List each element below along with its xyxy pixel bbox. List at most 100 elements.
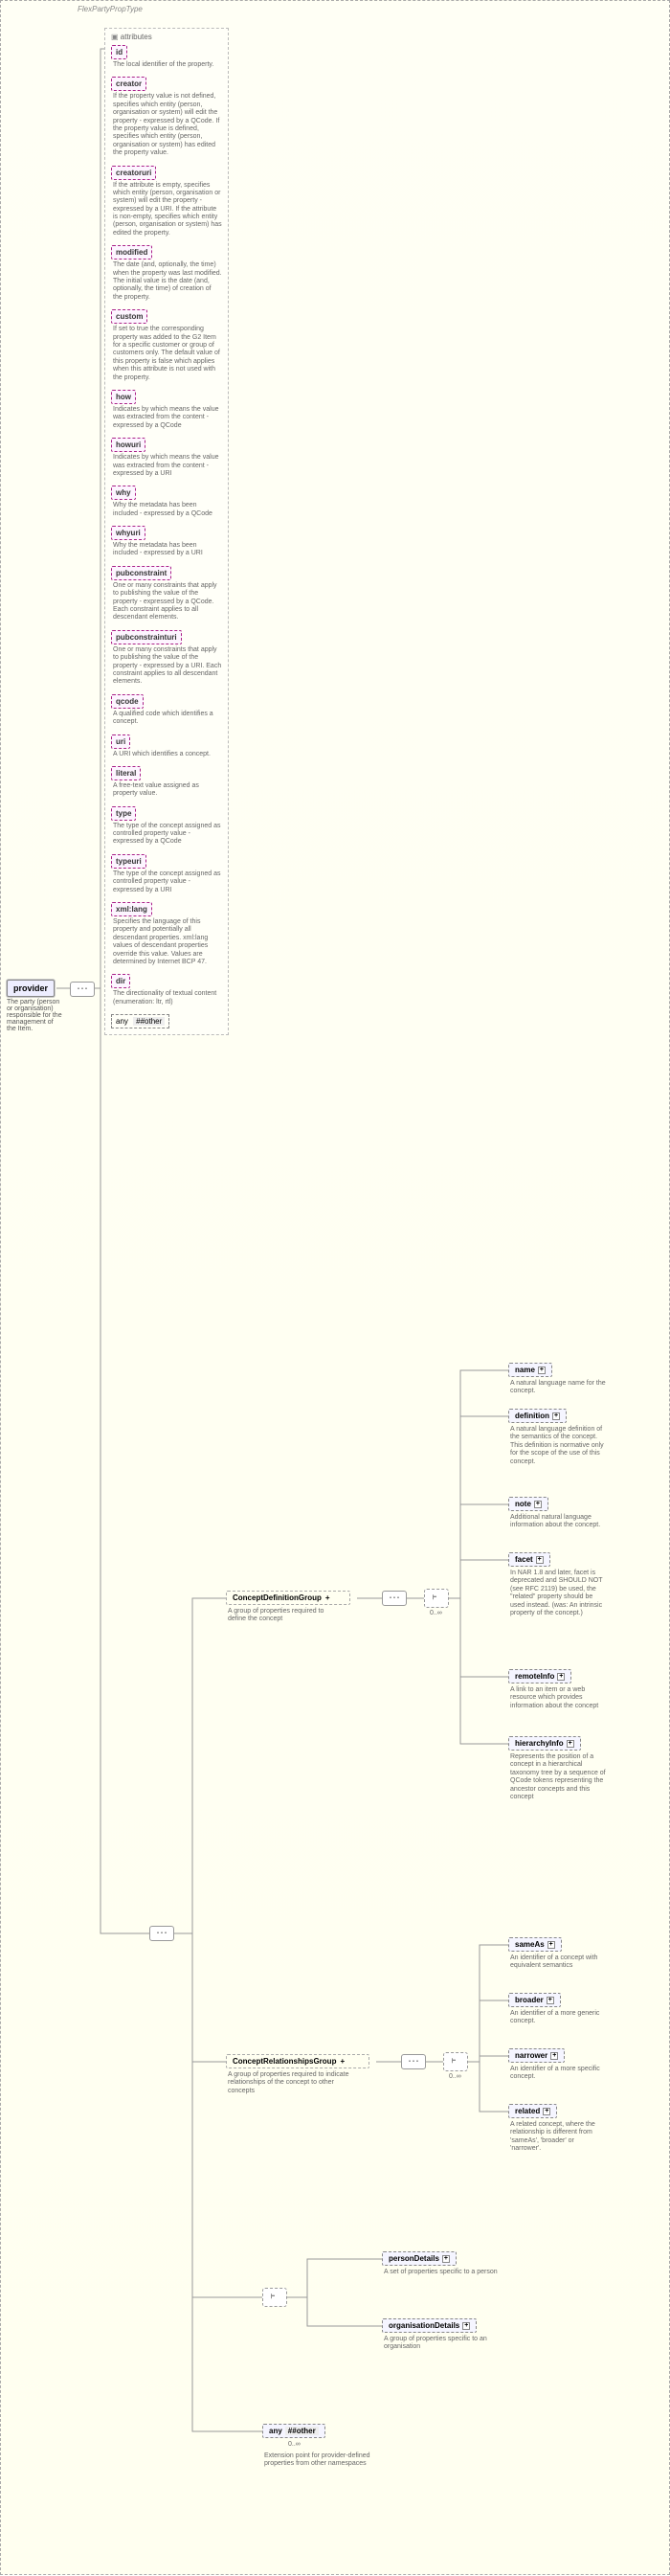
elem-related: related+ bbox=[508, 2104, 557, 2118]
type-label: FlexPartyPropType bbox=[78, 5, 143, 13]
diagram-root: FlexPartyPropType provider The party (pe… bbox=[0, 0, 670, 2575]
attr-desc: The type of the concept assigned as cont… bbox=[111, 823, 222, 847]
concept-relationships-group: ConceptRelationshipsGroup+ bbox=[226, 2054, 369, 2068]
crg-label: ConceptRelationshipsGroup bbox=[233, 2057, 336, 2066]
elem-desc: An identifier of a concept with equivale… bbox=[510, 1955, 606, 1971]
attr-desc: Indicates by which means the value was e… bbox=[111, 406, 222, 430]
crg-desc: A group of properties required to indica… bbox=[228, 2071, 362, 2095]
expand-icon: + bbox=[557, 1673, 565, 1681]
attr-desc: If the property value is not defined, sp… bbox=[111, 93, 222, 157]
party-choice bbox=[262, 2288, 287, 2307]
cdg-desc: A group of properties required to define… bbox=[228, 1608, 343, 1624]
attr-desc: Indicates by which means the value was e… bbox=[111, 454, 222, 478]
any-elem-desc: Extension point for provider-defined pro… bbox=[264, 2452, 379, 2469]
elem-name: name+ bbox=[508, 1363, 552, 1377]
attr-desc: A URI which identifies a concept. bbox=[111, 751, 222, 758]
expand-icon: + bbox=[543, 2108, 550, 2115]
elem-hierarchyInfo: hierarchyInfo+ bbox=[508, 1736, 581, 1751]
elem-organisationDetails: organisationDetails+ bbox=[382, 2318, 477, 2333]
expand-icon: + bbox=[552, 1412, 560, 1420]
sequence-connector-lower bbox=[149, 1926, 174, 1941]
attr-whyuri: whyuri bbox=[111, 526, 145, 540]
elem-desc: A link to an item or a web resource whic… bbox=[510, 1686, 606, 1710]
attr-pubconstrainturi: pubconstrainturi bbox=[111, 630, 182, 644]
attributes-header: attributes bbox=[111, 33, 222, 41]
elem-desc: An identifier of a more specific concept… bbox=[510, 2066, 606, 2082]
any-other-attr: any ##other bbox=[111, 1014, 169, 1028]
expand-icon: + bbox=[547, 1997, 554, 2004]
attr-desc: If the attribute is empty, specifies whi… bbox=[111, 182, 222, 238]
attr-desc: Why the metadata has been included - exp… bbox=[111, 502, 222, 518]
cdg-seq bbox=[382, 1591, 407, 1606]
cdg-choice bbox=[424, 1589, 449, 1608]
attr-desc: The type of the concept assigned as cont… bbox=[111, 870, 222, 894]
elem-broader: broader+ bbox=[508, 1993, 561, 2007]
concept-definition-group: ConceptDefinitionGroup+ bbox=[226, 1591, 350, 1605]
attr-desc: Specifies the language of this property … bbox=[111, 918, 222, 966]
expand-icon: + bbox=[534, 1501, 542, 1508]
any-element: any ##other bbox=[262, 2424, 325, 2438]
attr-why: why bbox=[111, 486, 136, 500]
provider-element: provider bbox=[7, 980, 55, 997]
crg-seq bbox=[401, 2054, 426, 2069]
attr-literal: literal bbox=[111, 766, 141, 780]
attr-desc: If set to true the corresponding propert… bbox=[111, 326, 222, 382]
attr-desc: The local identifier of the property. bbox=[111, 61, 222, 69]
expand-icon: + bbox=[550, 2052, 558, 2060]
elem-desc: A set of properties specific to a person bbox=[384, 2269, 508, 2276]
attr-custom: custom bbox=[111, 309, 147, 324]
expand-icon: + bbox=[462, 2322, 470, 2330]
elem-desc: A related concept, where the relationshi… bbox=[510, 2121, 606, 2154]
sequence-connector bbox=[70, 982, 95, 997]
attr-desc: Why the metadata has been included - exp… bbox=[111, 542, 222, 558]
elem-desc: Represents the position of a concept in … bbox=[510, 1753, 606, 1801]
elem-sameAs: sameAs+ bbox=[508, 1937, 562, 1952]
expand-icon: + bbox=[567, 1740, 574, 1748]
attr-qcode: qcode bbox=[111, 694, 144, 709]
cdg-label: ConceptDefinitionGroup bbox=[233, 1593, 322, 1602]
elem-desc: A group of properties specific to an org… bbox=[384, 2336, 508, 2352]
attr-creator: creator bbox=[111, 77, 146, 91]
attr-creatoruri: creatoruri bbox=[111, 166, 156, 180]
provider-desc: The party (person or organisation) respo… bbox=[7, 999, 64, 1032]
elem-desc: Additional natural language information … bbox=[510, 1514, 606, 1530]
attr-pubconstraint: pubconstraint bbox=[111, 566, 171, 580]
elem-narrower: narrower+ bbox=[508, 2048, 565, 2063]
elem-remoteInfo: remoteInfo+ bbox=[508, 1669, 571, 1683]
attr-desc: One or many constraints that apply to pu… bbox=[111, 646, 222, 687]
elem-desc: A natural language name for the concept. bbox=[510, 1380, 606, 1396]
attr-how: how bbox=[111, 390, 136, 404]
elem-facet: facet+ bbox=[508, 1552, 550, 1567]
crg-card: 0..∞ bbox=[449, 2073, 461, 2080]
attr-desc: A free-text value assigned as property v… bbox=[111, 782, 222, 799]
any-elem-label: any bbox=[269, 2427, 282, 2435]
attr-desc: The date (and, optionally, the time) whe… bbox=[111, 261, 222, 302]
any-elem-ns: ##other bbox=[285, 2427, 319, 2435]
attr-howuri: howuri bbox=[111, 438, 145, 452]
attr-dir: dir bbox=[111, 974, 130, 988]
elem-note: note+ bbox=[508, 1497, 548, 1511]
attr-uri: uri bbox=[111, 734, 130, 749]
expand-icon: + bbox=[547, 1941, 555, 1949]
attr-typeuri: typeuri bbox=[111, 854, 146, 869]
elem-desc: In NAR 1.8 and later, facet is deprecate… bbox=[510, 1570, 606, 1617]
attr-desc: One or many constraints that apply to pu… bbox=[111, 582, 222, 622]
any-card: 0..∞ bbox=[288, 2441, 301, 2448]
any-namespace: ##other bbox=[133, 1017, 165, 1026]
expand-icon: + bbox=[536, 1556, 544, 1564]
attributes-container: attributes id The local identifier of the… bbox=[104, 28, 229, 1035]
expand-icon: + bbox=[442, 2255, 450, 2263]
elem-personDetails: personDetails+ bbox=[382, 2251, 457, 2266]
attr-xml-lang: xml:lang bbox=[111, 902, 152, 916]
any-label: any bbox=[116, 1017, 128, 1026]
expand-icon: + bbox=[538, 1367, 546, 1374]
cdg-card: 0..∞ bbox=[430, 1610, 442, 1616]
crg-choice bbox=[443, 2052, 468, 2071]
attr-id: id bbox=[111, 45, 127, 59]
elem-definition: definition+ bbox=[508, 1409, 567, 1423]
connector-lines bbox=[1, 1, 670, 2576]
attr-desc: A qualified code which identifies a conc… bbox=[111, 711, 222, 727]
attr-type: type bbox=[111, 806, 136, 821]
elem-desc: An identifier of a more generic concept. bbox=[510, 2010, 606, 2026]
attr-desc: The directionality of textual content (e… bbox=[111, 990, 222, 1006]
